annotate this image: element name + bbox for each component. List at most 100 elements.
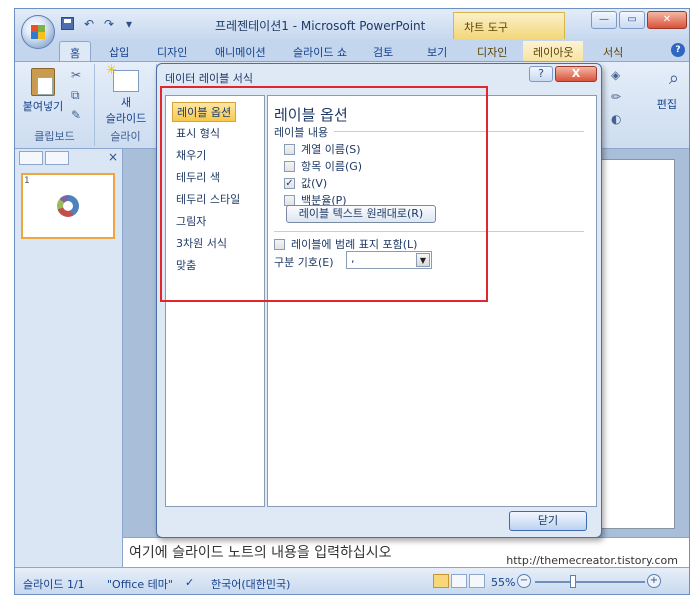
- shape-effects-icon[interactable]: ◐: [611, 112, 621, 126]
- dialog-help-button[interactable]: ?: [529, 66, 553, 82]
- maximize-button[interactable]: ▭: [619, 11, 645, 29]
- slide-sorter-view-button[interactable]: [451, 574, 467, 588]
- divider: [334, 131, 584, 132]
- zoom-out-button[interactable]: −: [517, 574, 531, 588]
- dialog-nav-list: 레이블 옵션 표시 형식 채우기 테두리 색 테두리 스타일 그림자 3차원 서…: [165, 95, 265, 507]
- office-button[interactable]: [21, 15, 55, 49]
- divider: [274, 231, 584, 232]
- clipboard-group-label: 클립보드: [34, 130, 75, 143]
- zoom-slider[interactable]: [535, 581, 645, 583]
- window-close-button[interactable]: ✕: [647, 11, 687, 29]
- ribbon-tabs: 홈 삽입 디자인 애니메이션 슬라이드 쇼 검토 보기 디자인 레이아웃 서식 …: [15, 39, 689, 61]
- cut-icon[interactable]: ✂: [71, 68, 81, 82]
- category-name-label: 항목 이름(G): [301, 160, 363, 173]
- status-bar: 슬라이드 1/1 "Office 테마" ✓ 한국어(대한민국) 55% − +: [15, 567, 689, 594]
- series-name-option[interactable]: 계열 이름(S): [284, 141, 361, 157]
- separator-label: 구분 기호(E): [274, 256, 334, 269]
- series-name-checkbox[interactable]: [284, 143, 295, 155]
- zoom-slider-thumb[interactable]: [570, 575, 576, 588]
- dialog-content: 레이블 옵션 레이블 내용 계열 이름(S) 항목 이름(G) ✓ 값(V) 백…: [267, 95, 597, 507]
- tab-home[interactable]: 홈: [59, 41, 92, 61]
- zoom-level[interactable]: 55%: [491, 576, 515, 589]
- legend-key-label: 레이블에 범례 표지 포함(L): [291, 238, 418, 251]
- normal-view-button[interactable]: [433, 574, 449, 588]
- language-indicator[interactable]: 한국어(대한민국): [211, 576, 290, 592]
- series-name-label: 계열 이름(S): [301, 143, 361, 156]
- nav-number-format[interactable]: 표시 형식: [172, 124, 224, 142]
- tab-design[interactable]: 디자인: [147, 41, 197, 61]
- theme-indicator: "Office 테마": [107, 578, 173, 591]
- shape-outline-icon[interactable]: ✏: [611, 90, 621, 104]
- paste-button[interactable]: 붙여넣기: [21, 68, 65, 114]
- category-name-checkbox[interactable]: [284, 160, 295, 172]
- tab-review[interactable]: 검토: [363, 41, 403, 61]
- view-buttons: [433, 574, 485, 588]
- legend-key-option[interactable]: 레이블에 범례 표지 포함(L): [274, 236, 417, 252]
- nav-border-style[interactable]: 테두리 스타일: [172, 190, 244, 208]
- nav-shadow[interactable]: 그림자: [172, 212, 210, 230]
- legend-key-checkbox[interactable]: [274, 238, 285, 250]
- redo-button[interactable]: ↷: [101, 17, 117, 32]
- pane-close-icon[interactable]: ×: [108, 150, 118, 164]
- paste-label: 붙여넣기: [22, 100, 64, 113]
- chart-tools-context-label: 차트 도구: [453, 12, 565, 39]
- nav-label-options[interactable]: 레이블 옵션: [172, 102, 237, 122]
- reset-label-text-button[interactable]: 레이블 텍스트 원래대로(R): [286, 205, 436, 223]
- close-button[interactable]: 닫기: [509, 511, 587, 531]
- nav-3d-format[interactable]: 3차원 서식: [172, 234, 231, 252]
- value-option[interactable]: ✓ 값(V): [284, 175, 327, 191]
- percentage-checkbox[interactable]: [284, 194, 295, 206]
- new-slide-icon: [106, 63, 139, 92]
- title-bar: ↶ ↷ ▾ 프레젠테이션1 - Microsoft PowerPoint 차트 …: [15, 9, 689, 39]
- dropdown-icon: ▾: [125, 17, 133, 31]
- dialog-close-icon[interactable]: X: [555, 66, 597, 82]
- tab-animations[interactable]: 애니메이션: [205, 41, 276, 61]
- section-title: 레이블 옵션: [274, 106, 348, 124]
- donut-chart-thumbnail: [57, 195, 79, 217]
- copy-icon[interactable]: ⧉: [71, 88, 80, 103]
- tab-insert[interactable]: 삽입: [99, 41, 139, 61]
- new-slide-label-line2: 슬라이드: [105, 112, 147, 125]
- customize-qat-button[interactable]: ▾: [121, 17, 137, 32]
- undo-button[interactable]: ↶: [81, 17, 97, 32]
- slides-tab[interactable]: [19, 151, 43, 165]
- format-painter-icon[interactable]: ✎: [71, 108, 81, 122]
- separator-select[interactable]: , ▼: [346, 251, 432, 269]
- tab-slideshow[interactable]: 슬라이드 쇼: [283, 41, 357, 61]
- save-button[interactable]: [61, 17, 77, 32]
- shape-fill-icon[interactable]: ◈: [611, 68, 620, 82]
- editing-group-label[interactable]: 편집: [657, 96, 677, 112]
- outline-tab[interactable]: [45, 151, 69, 165]
- clipboard-group: 붙여넣기 ✂ ⧉ ✎ 클립보드: [15, 64, 95, 146]
- chevron-down-icon[interactable]: ▼: [416, 253, 430, 267]
- spelling-check-icon[interactable]: ✓: [185, 576, 194, 589]
- new-slide-button[interactable]: 새 슬라이드: [101, 63, 151, 126]
- pane-tabs: [19, 151, 69, 167]
- slide-number: 1: [24, 176, 30, 186]
- slide-thumbnail[interactable]: 1: [21, 173, 115, 239]
- nav-border-color[interactable]: 테두리 색: [172, 168, 224, 186]
- tab-view[interactable]: 보기: [417, 41, 457, 61]
- minimize-button[interactable]: —: [591, 11, 617, 29]
- format-data-labels-dialog: 데이터 레이블 서식 ? X 레이블 옵션 표시 형식 채우기 테두리 색 테두…: [156, 63, 602, 538]
- paste-icon: [31, 68, 55, 96]
- nav-alignment[interactable]: 맞춤: [172, 256, 200, 274]
- nav-fill[interactable]: 채우기: [172, 146, 210, 164]
- value-checkbox[interactable]: ✓: [284, 177, 295, 189]
- tab-chart-design[interactable]: 디자인: [467, 41, 517, 61]
- separator-value: ,: [351, 252, 355, 265]
- find-binoculars-icon[interactable]: ⌕: [669, 68, 679, 89]
- quick-access-toolbar: ↶ ↷ ▾: [61, 17, 137, 32]
- category-name-option[interactable]: 항목 이름(G): [284, 158, 362, 174]
- dialog-title: 데이터 레이블 서식: [165, 72, 253, 85]
- help-icon[interactable]: ?: [671, 43, 685, 57]
- slides-group-label: 슬라이: [110, 130, 141, 143]
- zoom-in-button[interactable]: +: [647, 574, 661, 588]
- window-title: 프레젠테이션1 - Microsoft PowerPoint: [215, 19, 426, 33]
- value-label: 값(V): [301, 177, 328, 190]
- slides-group: 새 슬라이드 슬라이: [95, 63, 157, 146]
- tab-chart-format[interactable]: 서식: [593, 41, 633, 61]
- tab-chart-layout[interactable]: 레이아웃: [523, 41, 584, 61]
- label-contains-heading: 레이블 내용: [274, 126, 329, 139]
- slideshow-view-button[interactable]: [469, 574, 485, 588]
